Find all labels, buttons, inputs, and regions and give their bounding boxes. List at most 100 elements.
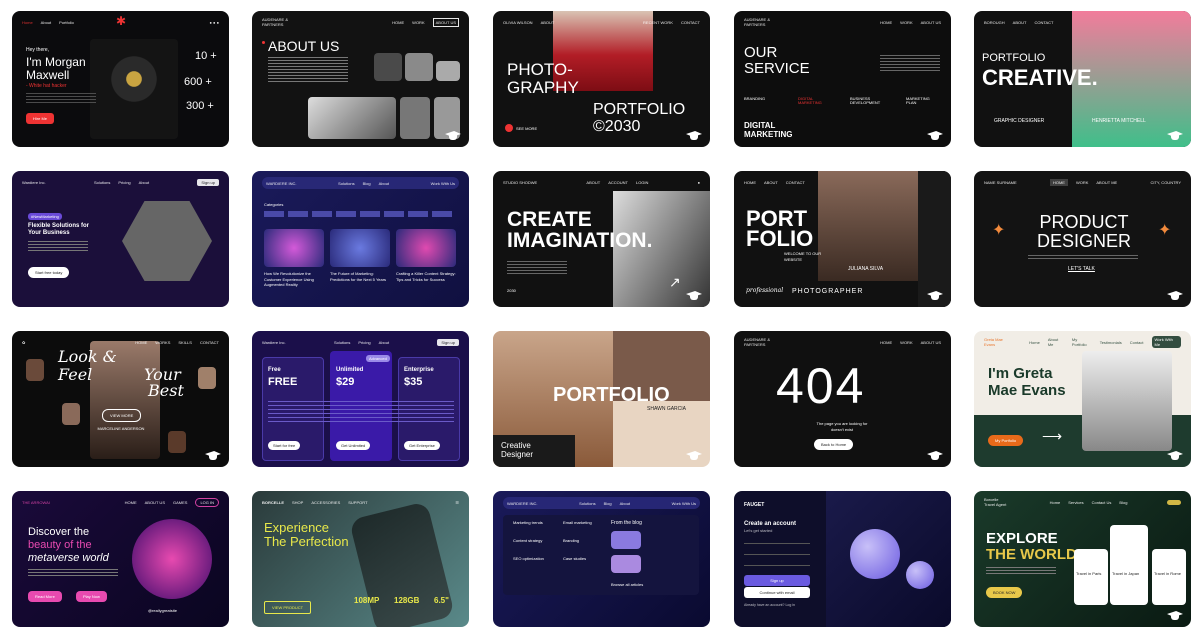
view-more-button[interactable]: VIEW MORE [102,409,142,422]
menu-item-4[interactable]: Branding [563,539,579,543]
service-digital[interactable]: DIGITAL MARKETING [798,97,828,105]
nav-about[interactable]: About [379,340,389,345]
nav-home[interactable]: HOME [135,340,147,345]
work-with-me[interactable]: Work With Me [1151,336,1181,348]
nav-about[interactable]: ABOUT ME [1096,180,1117,185]
brand[interactable]: AUDENARE & PARTNERS [262,17,302,27]
nav-work[interactable]: WORK [900,340,912,345]
card-pricing[interactable]: Wardiere Inc. Solutions Pricing About Si… [252,331,469,467]
work-with-us[interactable]: Work With Us [672,501,696,506]
nav-about[interactable]: ABOUT [1013,20,1027,25]
arrow-icon[interactable]: ↗ [669,275,681,289]
nav-about[interactable]: About [379,181,389,186]
service-marketing[interactable]: MARKETING PLAN [906,97,936,105]
nav-about[interactable]: About [620,501,630,506]
nav-about[interactable]: About [41,20,51,25]
card-hacker-portfolio[interactable]: Home About Portfolio ● ● ● ✱ Hey there, … [12,11,229,147]
brand[interactable]: OLIVIA WILSON [503,20,533,25]
nav-portfolio[interactable]: My Portfolio [1072,337,1092,347]
nav-solutions[interactable]: Solutions [579,501,595,506]
service-branding[interactable]: BRANDING [744,97,765,101]
get-enterprise-button[interactable]: Get Enterprise [404,441,440,450]
nav-recent[interactable]: RECENT WORK [643,20,673,25]
card-about-us[interactable]: AUDENARE & PARTNERS HOME WORK ABOUT US A… [252,11,469,147]
service-business[interactable]: BUSINESS DEVELOPMENT [850,97,880,105]
signup-button[interactable]: Sign up [744,575,810,586]
nav-home[interactable]: HOME [125,500,137,505]
nav-home[interactable]: Home [1029,340,1040,345]
nav-home[interactable]: HOME [1049,178,1068,186]
get-unlimited-button[interactable]: Get Unlimited [336,441,371,450]
nav-contact[interactable]: CONTACT [1034,20,1053,25]
card-create-imagination[interactable]: STUDIO SHODWE ABOUT ACCOUNT LOGIN ● CREA… [493,171,710,307]
card-borcelle-phone[interactable]: BORCELLE SHOP ACCESSORIES SUPPORT ☰ Expe… [252,491,469,627]
logo-icon[interactable]: ✿ [22,340,25,345]
nav-home[interactable]: HOME [880,20,892,25]
nav-works[interactable]: WORKS [155,340,170,345]
brand[interactable]: Wardiere Inc. [22,180,46,185]
nav-pricing[interactable]: Pricing [358,340,370,345]
post-2-title[interactable]: The Future of Marketing: Predictions for… [330,271,390,282]
nav-blog[interactable]: Blog [1119,500,1127,505]
nav-home[interactable]: Home [1050,500,1061,505]
nav-login[interactable]: LOGIN [636,180,648,185]
login-link[interactable]: Already have an account? Log in [744,603,824,608]
nav-home[interactable]: HOME [744,180,756,185]
brand[interactable]: STUDIO SHODWE [503,180,537,185]
nav-contact[interactable]: CONTACT [200,340,219,345]
start-free-button[interactable]: Start free today [28,267,70,278]
brand[interactable]: BORCELLE [262,500,284,505]
book-now-button[interactable]: BOOK NOW [986,587,1023,598]
nav-account[interactable]: ACCOUNT [608,180,628,185]
nav-work[interactable]: WORK [412,20,424,25]
email-field[interactable] [744,548,810,555]
brand[interactable]: FAUGET [744,503,764,508]
menu-item-1[interactable]: Marketing trends [513,521,543,525]
nav-services[interactable]: Services [1068,500,1083,505]
card-greta-evans[interactable]: Greta Mae Evans Home About Me My Portfol… [974,331,1191,467]
brand[interactable]: WARDIERE INC. [266,181,297,186]
brand[interactable]: WARDIERE INC. [507,501,538,506]
menu-item-6[interactable]: Case studies [563,557,586,561]
destination-paris[interactable] [1074,549,1108,605]
nav-solutions[interactable]: Solutions [94,180,110,185]
back-home-button[interactable]: Back to Home [814,439,854,450]
brand[interactable]: Greta Mae Evans [984,337,1013,347]
post-3-title[interactable]: Crafting a Killer Content Strategy: Tips… [396,271,456,282]
nav-about[interactable]: About [139,180,149,185]
nav-home[interactable]: Home [22,20,33,25]
card-portfolio-creative[interactable]: BOROUGH ABOUT CONTACT PORTFOLIO CREATIVE… [974,11,1191,147]
nav-contact[interactable]: Contact [1130,340,1144,345]
nav-blog[interactable]: Blog [604,501,612,506]
play-now-button[interactable]: Play Now [76,591,107,602]
nav-work[interactable]: WORK [900,20,912,25]
nav-solutions[interactable]: Solutions [338,181,354,186]
post-1-image[interactable] [264,229,324,267]
card-look-feel[interactable]: ✿ HOME WORKS SKILLS CONTACT Look & Feel … [12,331,229,467]
user-icon[interactable]: ● [698,180,700,185]
signup-button[interactable]: Sign up [437,338,459,346]
nav-about[interactable]: ABOUT US [921,340,941,345]
menu-item-5[interactable]: SEO optimization [513,557,544,561]
card-wardiere-blog[interactable]: WARDIERE INC. Solutions Blog About Work … [252,171,469,307]
destination-japan[interactable] [1110,525,1148,605]
card-metaverse[interactable]: THE ARROWAI HOME ABOUT US GAMES LOG IN D… [12,491,229,627]
nav-support[interactable]: SUPPORT [348,500,367,505]
nav-about[interactable]: ABOUT [764,180,778,185]
nav-home[interactable]: HOME [392,20,404,25]
post-1-title[interactable]: How We Revolutionize the Customer Experi… [264,271,324,288]
nav-portfolio[interactable]: Portfolio [59,20,74,25]
menu-icon[interactable]: ☰ [455,500,459,505]
blog-thumb-2[interactable] [611,555,641,573]
nav-testimonials[interactable]: Testimonials [1100,340,1122,345]
card-portfolio-juliana[interactable]: HOME ABOUT CONTACT PORT FOLIO WELCOME TO… [734,171,951,307]
signup-button[interactable]: Sign up [197,178,219,186]
menu-item-3[interactable]: Content strategy [513,539,542,543]
category-chips[interactable] [264,211,454,217]
card-our-service[interactable]: AUDENARE & PARTNERS HOME WORK ABOUT US O… [734,11,951,147]
nav-contact[interactable]: CONTACT [681,20,700,25]
card-fauget-signup[interactable]: FAUGET Create an account Let's get start… [734,491,951,627]
login-button[interactable]: LOG IN [195,497,219,507]
nav-about[interactable]: About Me [1048,337,1064,347]
card-photography[interactable]: OLIVIA WILSON ABOUT RECENT WORK CONTACT … [493,11,710,147]
